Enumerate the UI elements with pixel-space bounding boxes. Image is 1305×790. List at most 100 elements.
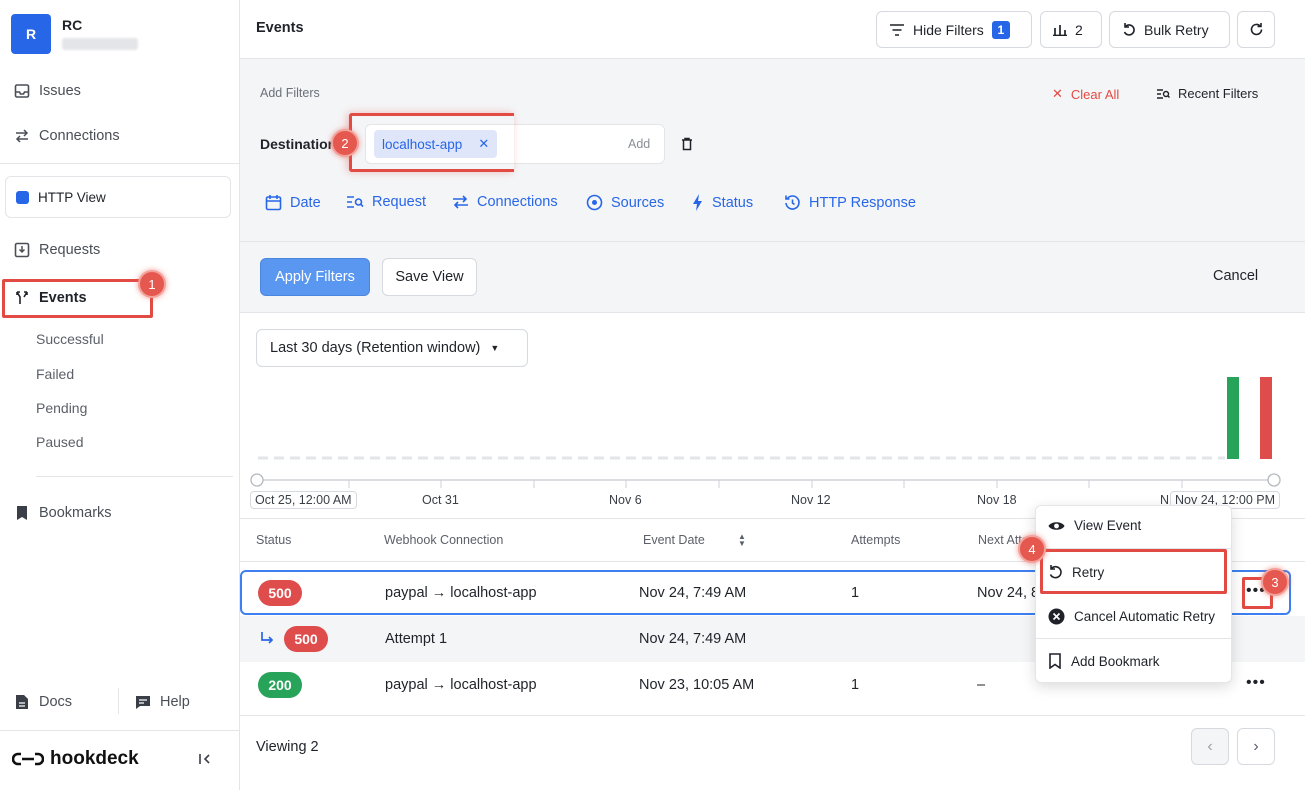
user-name: RC [62,17,83,33]
recent-filters-label: Recent Filters [1178,86,1259,101]
sidebar-item-label: Requests [39,242,101,258]
prev-page-button[interactable]: ‹ [1191,728,1229,765]
collapse-sidebar-icon[interactable] [198,752,212,766]
hookdeck-logo-icon [12,752,44,766]
date-range-select[interactable]: Last 30 days (Retention window) ▼ [256,329,528,367]
filter-type-label: Connections [477,194,558,210]
cancel-button[interactable]: Cancel [1213,268,1258,284]
eye-icon [1048,521,1065,530]
column-header-connection: Webhook Connection [384,533,504,547]
attempts-cell: 1 [851,677,860,693]
bookmark-icon [13,505,30,522]
refresh-button[interactable] [1237,11,1275,48]
clear-all-button[interactable]: ✕ Clear All [1052,86,1119,102]
apply-filters-button[interactable]: Apply Filters [260,258,370,296]
list-search-icon [347,196,364,208]
list-search-icon [1157,88,1170,99]
sidebar-item-label: Issues [39,83,81,99]
menu-item-label: View Event [1074,518,1142,533]
hide-filters-button[interactable]: Hide Filters 1 [876,11,1032,48]
sort-icon[interactable]: ▲ ▼ [738,533,746,548]
column-header-attempts: Attempts [851,533,901,547]
axis-tick-label: Nov 6 [609,493,642,507]
filter-type-sources[interactable]: Sources [586,194,664,211]
bulk-retry-button[interactable]: Bulk Retry [1109,11,1230,48]
trash-icon[interactable] [681,137,693,151]
chat-icon [134,694,151,711]
page-title: Events [256,20,304,36]
sidebar-subitem-paused[interactable]: Paused [36,434,83,450]
filter-type-request[interactable]: Request [346,194,426,210]
menu-item-label: Cancel Automatic Retry [1074,609,1216,624]
filter-type-http-response[interactable]: HTTP Response [784,194,916,211]
sidebar-subitem-successful[interactable]: Successful [36,331,104,347]
sidebar-item-issues[interactable]: Issues [13,78,81,104]
row-actions-button[interactable]: ••• [1246,674,1266,692]
sidebar-subitem-failed[interactable]: Failed [36,366,74,382]
date-range-value: Last 30 days (Retention window) [270,340,481,356]
annotation-badge-2: 2 [331,129,359,157]
sidebar-item-http-view[interactable]: HTTP View [5,176,231,218]
download-box-icon [13,242,30,259]
user-email-blurred [62,38,138,50]
highlight-box-retry [1040,549,1227,594]
annotation-badge-1: 1 [138,270,166,298]
close-icon: ✕ [1052,86,1063,101]
menu-item-add-bookmark[interactable]: Add Bookmark [1048,653,1160,669]
filter-type-status[interactable]: Status [692,194,753,211]
sidebar-item-bookmarks[interactable]: Bookmarks [13,500,112,526]
filter-type-label: Status [712,194,754,211]
attempts-cell: 1 [851,585,860,601]
menu-item-view-event[interactable]: View Event [1048,518,1141,533]
sub-arrow-icon [260,631,275,646]
filter-type-label: Date [290,194,321,211]
filter-count-badge: 1 [991,20,1010,39]
next-attempt-cell: – [977,677,986,693]
docs-label: Docs [39,694,73,710]
connection-cell: paypal → localhost-app [385,585,537,601]
divider [240,715,1305,716]
next-page-button[interactable]: › [1237,728,1275,765]
calendar-icon [265,195,282,211]
status-badge: 500 [258,580,302,606]
brand-name: hookdeck [50,748,139,769]
histogram-bar-success [1227,377,1239,459]
viewing-count: Viewing 2 [256,739,319,755]
filter-type-date[interactable]: Date [265,194,321,211]
help-link[interactable]: Help [134,689,190,715]
add-placeholder[interactable]: Add [628,137,650,151]
sidebar-subitem-pending[interactable]: Pending [36,400,87,416]
sidebar-item-requests[interactable]: Requests [13,237,100,263]
history-icon [785,195,800,210]
sidebar-item-label: Bookmarks [39,505,112,521]
column-header-event-date[interactable]: Event Date [643,533,705,547]
help-label: Help [160,694,190,710]
sidebar-item-connections[interactable]: Connections [13,123,120,149]
inbox-icon [13,83,30,100]
caret-down-icon: ▼ [490,343,500,353]
event-date-cell: Nov 24, 7:49 AM [639,631,747,647]
view-color-icon [16,190,29,204]
menu-item-cancel-retry[interactable]: Cancel Automatic Retry [1048,608,1215,625]
sidebar-item-label: Connections [39,128,120,144]
arrows-exchange-icon [453,195,468,209]
divider [0,730,240,731]
save-view-button[interactable]: Save View [382,258,477,296]
filter-type-label: Sources [611,194,665,211]
chart-count: 2 [1075,21,1083,38]
attempt-label: Attempt 1 [385,631,448,647]
bookmark-outline-icon [1049,653,1061,669]
axis-tick-label: Oct 31 [422,493,459,507]
arrows-exchange-icon [13,128,30,145]
axis-tick-label: Nov 18 [977,493,1017,507]
filter-type-connections[interactable]: Connections [452,194,558,210]
sidebar [0,0,240,790]
avatar[interactable]: R [11,14,51,54]
recent-filters-button[interactable]: Recent Filters [1156,86,1258,101]
x-circle-icon [1048,608,1065,625]
filter-icon [890,23,904,36]
histogram-bar-failure [1260,377,1272,459]
docs-link[interactable]: Docs [13,689,72,715]
histogram-toggle-button[interactable]: 2 [1040,11,1102,48]
clear-all-label: Clear All [1070,86,1120,102]
